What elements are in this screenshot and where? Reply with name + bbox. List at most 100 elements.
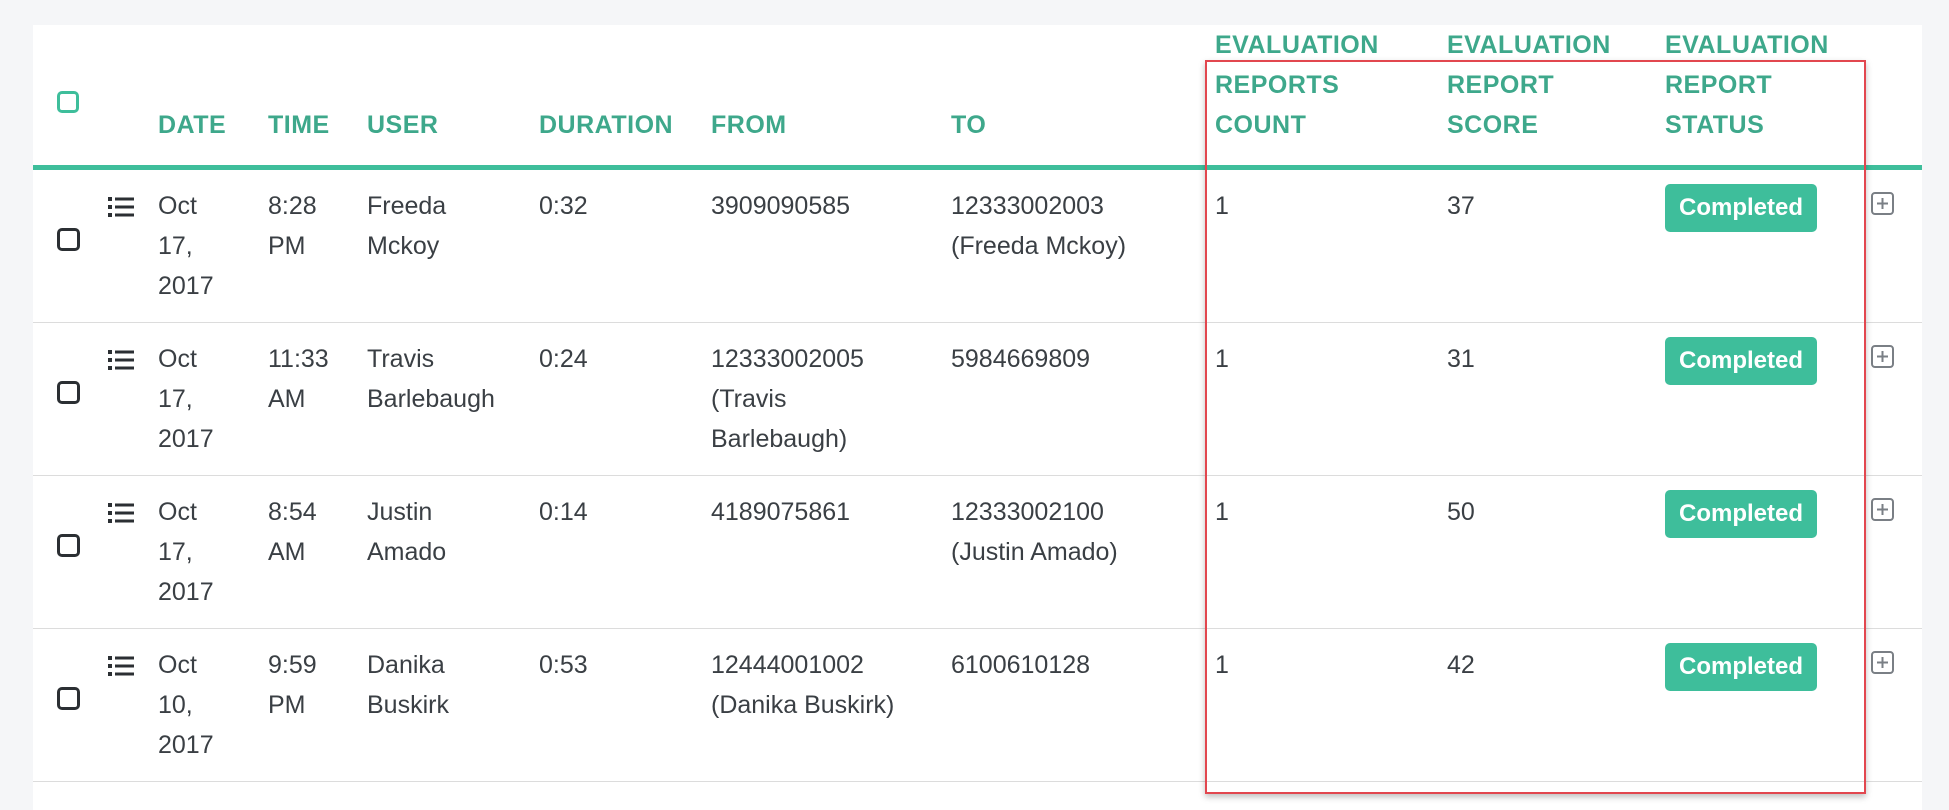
header-to[interactable]: TO bbox=[951, 25, 1191, 170]
cell-evaluation-score: 31 bbox=[1423, 322, 1641, 476]
time-line: AM bbox=[268, 538, 306, 566]
table-body: Oct 17, 2017 8:28 PM Freeda Mckoy 0:32 3… bbox=[33, 167, 1922, 782]
cell-duration: 0:24 bbox=[539, 322, 711, 476]
row-expand-cell bbox=[1859, 322, 1922, 476]
plus-square-icon[interactable] bbox=[1871, 192, 1894, 215]
time-line: AM bbox=[268, 385, 306, 413]
cell-to: 12333002100 (Justin Amado) bbox=[951, 475, 1191, 629]
cell-evaluation-count: 1 bbox=[1191, 475, 1423, 629]
to-line: 5984669809 bbox=[951, 345, 1091, 373]
row-expand-cell bbox=[1859, 167, 1922, 323]
date-line: 17, bbox=[158, 232, 193, 260]
to-line: 12333002100 bbox=[951, 498, 1104, 526]
row-select-cell bbox=[33, 167, 108, 323]
header-evaluation-report-score[interactable]: EVALUATION REPORT SCORE bbox=[1423, 25, 1641, 170]
time-line: 8:54 bbox=[268, 498, 317, 526]
row-expand-cell bbox=[1859, 475, 1922, 629]
header-count-line-2: REPORTS bbox=[1215, 71, 1340, 99]
cell-evaluation-score: 42 bbox=[1423, 628, 1641, 782]
cell-evaluation-status: Completed bbox=[1641, 322, 1859, 476]
status-badge: Completed bbox=[1665, 184, 1818, 232]
from-line: Barlebaugh) bbox=[711, 425, 848, 453]
date-line: 2017 bbox=[158, 425, 214, 453]
list-icon[interactable] bbox=[108, 502, 134, 524]
header-evaluation-reports-count[interactable]: EVALUATION REPORTS COUNT bbox=[1191, 25, 1423, 170]
header-count-line-1: EVALUATION bbox=[1215, 31, 1379, 59]
cell-to: 6100610128 bbox=[951, 628, 1191, 782]
cell-evaluation-count: 1 bbox=[1191, 167, 1423, 323]
from-line: 12444001002 bbox=[711, 651, 864, 679]
list-icon[interactable] bbox=[108, 196, 134, 218]
time-line: PM bbox=[268, 691, 306, 719]
from-line: (Danika Buskirk) bbox=[711, 691, 895, 719]
user-line: Justin bbox=[367, 498, 433, 526]
status-badge: Completed bbox=[1665, 337, 1818, 385]
cell-date: Oct 17, 2017 bbox=[158, 167, 268, 323]
header-time[interactable]: TIME bbox=[268, 25, 367, 170]
select-all-cell bbox=[33, 25, 108, 170]
table-row: Oct 17, 2017 8:28 PM Freeda Mckoy 0:32 3… bbox=[33, 167, 1922, 323]
table-row: Oct 17, 2017 11:33 AM Travis Barlebaugh … bbox=[33, 322, 1922, 476]
header-from[interactable]: FROM bbox=[711, 25, 951, 170]
cell-to: 5984669809 bbox=[951, 322, 1191, 476]
cell-evaluation-count: 1 bbox=[1191, 322, 1423, 476]
cell-user: Travis Barlebaugh bbox=[367, 322, 539, 476]
cell-from: 3909090585 bbox=[711, 167, 951, 323]
header-score-line-3: SCORE bbox=[1447, 111, 1539, 139]
cell-duration: 0:14 bbox=[539, 475, 711, 629]
time-line: 9:59 bbox=[268, 651, 317, 679]
cell-time: 11:33 AM bbox=[268, 322, 367, 476]
date-line: 10, bbox=[158, 691, 193, 719]
row-checkbox[interactable] bbox=[57, 534, 80, 557]
user-line: Buskirk bbox=[367, 691, 449, 719]
list-icon[interactable] bbox=[108, 349, 134, 371]
cell-evaluation-status: Completed bbox=[1641, 167, 1859, 323]
user-line: Barlebaugh bbox=[367, 385, 495, 413]
header-user[interactable]: USER bbox=[367, 25, 539, 170]
date-line: Oct bbox=[158, 345, 197, 373]
plus-square-icon[interactable] bbox=[1871, 498, 1894, 521]
row-checkbox[interactable] bbox=[57, 687, 80, 710]
status-badge: Completed bbox=[1665, 643, 1818, 691]
header-duration[interactable]: DURATION bbox=[539, 25, 711, 170]
row-menu-cell bbox=[108, 475, 158, 629]
from-line: 3909090585 bbox=[711, 192, 851, 220]
header-date[interactable]: DATE bbox=[158, 25, 268, 170]
cell-evaluation-score: 50 bbox=[1423, 475, 1641, 629]
time-line: 11:33 bbox=[268, 345, 329, 373]
header-evaluation-report-status[interactable]: EVALUATION REPORT STATUS bbox=[1641, 25, 1859, 170]
cell-evaluation-count: 1 bbox=[1191, 628, 1423, 782]
calls-table: DATE TIME USER DURATION FROM TO EVALUATI… bbox=[33, 25, 1922, 782]
date-line: Oct bbox=[158, 192, 197, 220]
cell-from: 12333002005 (Travis Barlebaugh) bbox=[711, 322, 951, 476]
cell-from: 12444001002 (Danika Buskirk) bbox=[711, 628, 951, 782]
date-line: 2017 bbox=[158, 578, 214, 606]
from-line: 4189075861 bbox=[711, 498, 851, 526]
table-row: Oct 17, 2017 8:54 AM Justin Amado 0:14 4… bbox=[33, 475, 1922, 629]
row-menu-cell bbox=[108, 167, 158, 323]
date-line: 2017 bbox=[158, 272, 214, 300]
cell-duration: 0:32 bbox=[539, 167, 711, 323]
cell-user: Danika Buskirk bbox=[367, 628, 539, 782]
plus-square-icon[interactable] bbox=[1871, 345, 1894, 368]
list-icon[interactable] bbox=[108, 655, 134, 677]
cell-time: 9:59 PM bbox=[268, 628, 367, 782]
user-line: Mckoy bbox=[367, 232, 440, 260]
to-line: (Freeda Mckoy) bbox=[951, 232, 1127, 260]
header-score-line-2: REPORT bbox=[1447, 71, 1555, 99]
row-menu-cell bbox=[108, 322, 158, 476]
row-select-cell bbox=[33, 322, 108, 476]
row-checkbox[interactable] bbox=[57, 381, 80, 404]
table-header: DATE TIME USER DURATION FROM TO EVALUATI… bbox=[33, 25, 1922, 170]
plus-square-icon[interactable] bbox=[1871, 651, 1894, 674]
cell-from: 4189075861 bbox=[711, 475, 951, 629]
cell-evaluation-status: Completed bbox=[1641, 475, 1859, 629]
cell-time: 8:28 PM bbox=[268, 167, 367, 323]
row-select-cell bbox=[33, 475, 108, 629]
select-all-checkbox[interactable] bbox=[57, 91, 79, 113]
status-badge: Completed bbox=[1665, 490, 1818, 538]
row-select-cell bbox=[33, 628, 108, 782]
header-status-line-3: STATUS bbox=[1665, 111, 1765, 139]
header-status-line-2: REPORT bbox=[1665, 71, 1773, 99]
row-checkbox[interactable] bbox=[57, 228, 80, 251]
